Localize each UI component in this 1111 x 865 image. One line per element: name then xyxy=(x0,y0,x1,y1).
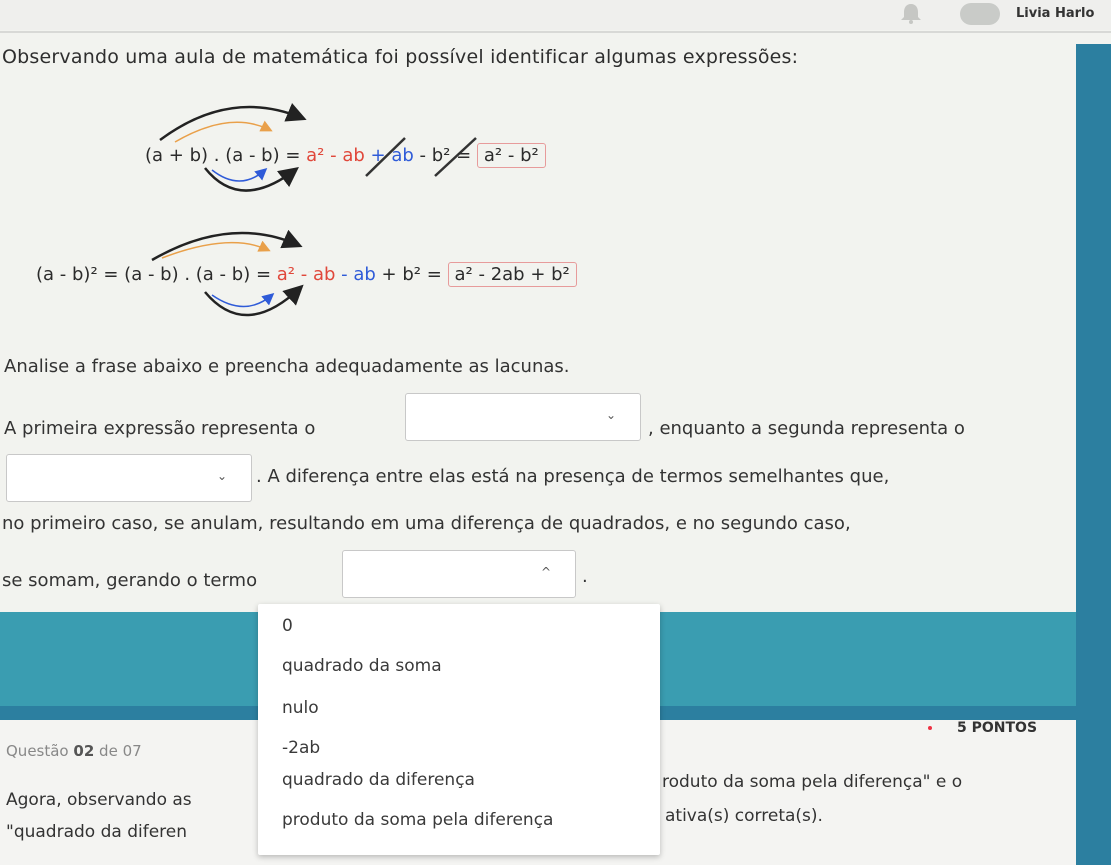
gap-select-1[interactable]: ⌄ xyxy=(405,393,641,441)
expression-2: (a - b)² = (a - b) . (a - b) = a² - ab -… xyxy=(36,262,577,287)
next-question-text-2-left: "quadrado da diferen xyxy=(6,822,188,842)
sentence-line4-after: . xyxy=(582,566,588,587)
expression-2-result: a² - 2ab + b² xyxy=(447,262,577,287)
next-question-text-2-right: ativa(s) correta(s). xyxy=(665,806,823,826)
sentence-line1-after: , enquanto a segunda representa o xyxy=(648,418,965,439)
sentence-line1-before: A primeira expressão representa o xyxy=(4,418,316,439)
dropdown-options-list: 0 quadrado da soma nulo -2ab quadrado da… xyxy=(258,604,660,855)
chevron-up-icon: ^ xyxy=(540,565,551,579)
dropdown-option[interactable]: -2ab xyxy=(282,738,320,758)
next-question-text-1-right: roduto da soma pela diferença" e o xyxy=(662,772,963,792)
gap-select-2[interactable]: ⌄ xyxy=(6,454,252,502)
sentence-line3: no primeiro caso, se anulam, resultando … xyxy=(2,513,851,534)
dropdown-option[interactable]: nulo xyxy=(282,698,319,718)
dropdown-option[interactable]: quadrado da diferença xyxy=(282,770,475,790)
instruction-text: Analise a frase abaixo e preencha adequa… xyxy=(4,356,570,377)
expression-1-result: a² - b² xyxy=(476,143,546,168)
points-badge: 5 PONTOS xyxy=(957,720,1038,736)
expression-1: (a + b) . (a - b) = a² - ab + ab - b² = … xyxy=(145,143,546,168)
dropdown-option[interactable]: 0 xyxy=(282,616,293,636)
required-marker xyxy=(928,726,932,730)
dropdown-option[interactable]: quadrado da soma xyxy=(282,656,442,676)
dropdown-option[interactable]: produto da soma pela diferença xyxy=(282,810,553,830)
sentence-line2-after: . A diferença entre elas está na presenç… xyxy=(256,466,890,487)
chevron-down-icon: ⌄ xyxy=(605,408,616,422)
sentence-line4-before: se somam, gerando o termo xyxy=(2,570,258,591)
chevron-down-icon: ⌄ xyxy=(216,469,227,483)
expression-arrows xyxy=(151,103,477,317)
next-question-text-1-left: Agora, observando as xyxy=(6,790,192,810)
question-counter: Questão 02 de 07 xyxy=(6,742,142,760)
gap-select-3[interactable]: ^ xyxy=(342,550,576,598)
